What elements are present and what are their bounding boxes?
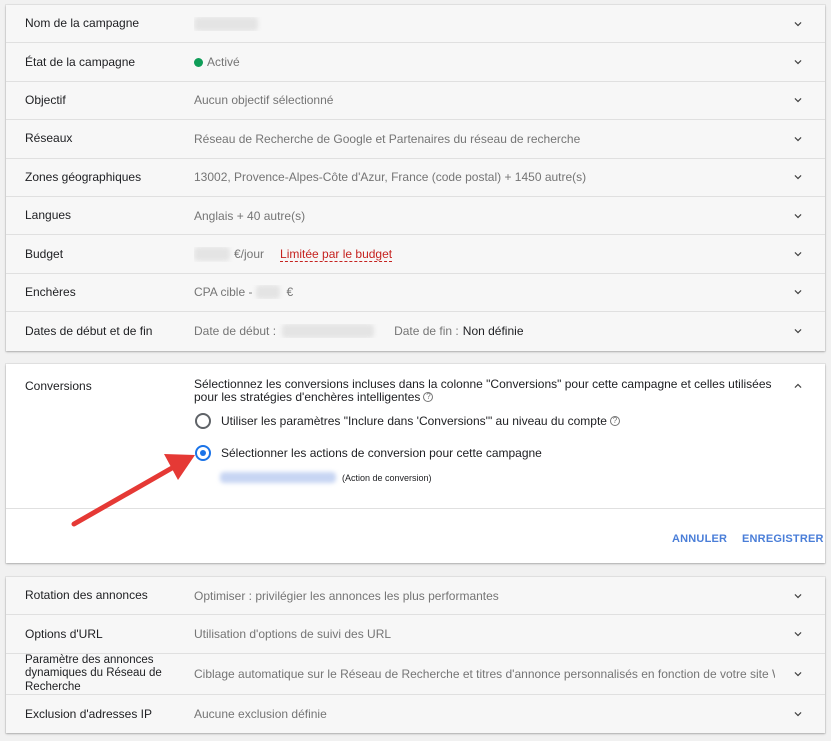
dates-value: Date de début : Date de fin : Non défini… bbox=[194, 324, 775, 339]
row-label: Rotation des annonces bbox=[25, 588, 148, 602]
conversions-label: Conversions bbox=[25, 379, 92, 393]
row-dates[interactable]: Dates de début et de fin Date de début :… bbox=[6, 312, 825, 350]
status-text: Activé bbox=[207, 55, 240, 70]
chevron-down-icon[interactable] bbox=[791, 55, 805, 69]
conversions-description-text: Sélectionnez les conversions incluses da… bbox=[194, 377, 772, 404]
bidding-strategy: CPA cible - bbox=[194, 285, 253, 300]
campaign-status-value: Activé bbox=[194, 55, 775, 69]
settings-card-bottom: Rotation des annonces Optimiser : privil… bbox=[6, 577, 825, 733]
radio-campaign-actions[interactable]: Sélectionner les actions de conversion p… bbox=[195, 445, 542, 461]
redacted-conversion-action-link[interactable] bbox=[220, 472, 336, 483]
ip-exclusions-value: Aucune exclusion définie bbox=[194, 707, 327, 721]
radio-button-unchecked[interactable] bbox=[195, 413, 211, 429]
chevron-down-icon[interactable] bbox=[791, 209, 805, 223]
row-label: Budget bbox=[25, 246, 64, 261]
row-label: Exclusion d'adresses IP bbox=[25, 706, 153, 721]
chevron-down-icon[interactable] bbox=[791, 285, 805, 299]
conversion-action-suffix: (Action de conversion) bbox=[342, 472, 432, 483]
row-label: Réseaux bbox=[25, 131, 73, 146]
languages-value: Anglais + 40 autre(s) bbox=[194, 208, 306, 223]
bidding-value: CPA cible - € bbox=[194, 285, 775, 300]
networks-value: Réseau de Recherche de Google et Partena… bbox=[194, 131, 581, 146]
radio-account-label: Utiliser les paramètres "Inclure dans 'C… bbox=[221, 414, 607, 428]
row-campaign-name[interactable]: Nom de la campagne bbox=[6, 5, 825, 44]
radio-campaign-label: Sélectionner les actions de conversion p… bbox=[221, 446, 542, 460]
ad-rotation-value: Optimiser : privilégier les annonces les… bbox=[194, 588, 499, 603]
row-dynamic-search-ads[interactable]: Paramètre des annonces dynamiques du Rés… bbox=[6, 654, 825, 695]
chevron-down-icon[interactable] bbox=[791, 707, 805, 721]
save-button[interactable]: ENREGISTRER bbox=[742, 533, 824, 545]
conversions-card: Conversions Sélectionnez les conversions… bbox=[6, 364, 825, 563]
end-date-label: Date de fin : bbox=[394, 324, 459, 339]
row-url-options[interactable]: Options d'URL Utilisation d'options de s… bbox=[6, 615, 825, 654]
status-active-dot bbox=[194, 57, 203, 67]
redacted-campaign-name bbox=[194, 16, 258, 31]
row-budget[interactable]: Budget €/jour Limitée par le budget bbox=[6, 235, 825, 274]
row-networks[interactable]: Réseaux Réseau de Recherche de Google et… bbox=[6, 120, 825, 159]
row-label: Zones géographiques bbox=[25, 169, 142, 184]
objective-value: Aucun objectif sélectionné bbox=[194, 93, 334, 108]
start-date-label: Date de début : bbox=[194, 324, 277, 339]
row-label: Enchères bbox=[25, 284, 76, 299]
help-circle-icon[interactable]: ? bbox=[423, 392, 434, 402]
row-locations[interactable]: Zones géographiques 13002, Provence-Alpe… bbox=[6, 159, 825, 197]
help-circle-icon[interactable]: ? bbox=[609, 416, 620, 426]
selected-conversion-action: (Action de conversion) bbox=[220, 472, 432, 483]
redacted-budget-amount bbox=[194, 247, 230, 262]
conversions-description: Sélectionnez les conversions incluses da… bbox=[194, 378, 784, 404]
chevron-down-icon[interactable] bbox=[791, 667, 805, 681]
locations-value: 13002, Provence-Alpes-Côte d'Azur, Franc… bbox=[194, 170, 587, 185]
chevron-up-icon[interactable] bbox=[791, 379, 805, 393]
end-date-value: Non définie bbox=[462, 324, 524, 339]
radio-button-checked[interactable] bbox=[195, 445, 211, 461]
chevron-down-icon[interactable] bbox=[791, 170, 805, 184]
chevron-down-icon[interactable] bbox=[791, 589, 805, 603]
row-objective[interactable]: Objectif Aucun objectif sélectionné bbox=[6, 82, 825, 121]
chevron-down-icon[interactable] bbox=[791, 627, 805, 641]
row-label: État de la campagne bbox=[25, 54, 136, 69]
row-campaign-status[interactable]: État de la campagne Activé bbox=[6, 43, 825, 82]
chevron-down-icon[interactable] bbox=[791, 247, 805, 261]
row-label: Objectif bbox=[25, 92, 66, 107]
row-languages[interactable]: Langues Anglais + 40 autre(s) bbox=[6, 197, 825, 236]
row-ip-exclusions[interactable]: Exclusion d'adresses IP Aucune exclusion… bbox=[6, 695, 825, 733]
budget-unit: €/jour bbox=[234, 247, 265, 262]
campaign-name-value bbox=[194, 16, 775, 31]
redacted-start-date bbox=[282, 324, 375, 339]
row-label: Options d'URL bbox=[25, 626, 103, 641]
chevron-down-icon[interactable] bbox=[791, 17, 805, 31]
row-label: Dates de début et de fin bbox=[25, 323, 153, 338]
row-label: Nom de la campagne bbox=[25, 16, 140, 31]
row-label: Langues bbox=[25, 208, 72, 223]
cancel-button[interactable]: ANNULER bbox=[672, 533, 727, 545]
budget-limited-warning[interactable]: Limitée par le budget bbox=[280, 247, 393, 262]
redacted-cpa-amount bbox=[256, 285, 281, 300]
row-ad-rotation[interactable]: Rotation des annonces Optimiser : privil… bbox=[6, 577, 825, 615]
radio-account-settings[interactable]: Utiliser les paramètres "Inclure dans 'C… bbox=[195, 413, 620, 429]
chevron-down-icon[interactable] bbox=[791, 324, 805, 338]
row-bidding[interactable]: Enchères CPA cible - € bbox=[6, 274, 825, 313]
budget-value: €/jour Limitée par le budget bbox=[194, 247, 775, 262]
row-label: Paramètre des annonces dynamiques du Rés… bbox=[25, 653, 162, 693]
chevron-down-icon[interactable] bbox=[791, 93, 805, 107]
dynamic-search-ads-value: Ciblage automatique sur le Réseau de Rec… bbox=[194, 667, 775, 681]
chevron-down-icon[interactable] bbox=[791, 132, 805, 146]
settings-card-top: Nom de la campagne État de la campagne A… bbox=[6, 5, 825, 351]
url-options-value: Utilisation d'options de suivi des URL bbox=[194, 627, 392, 641]
divider bbox=[6, 508, 825, 509]
bidding-currency: € bbox=[286, 285, 294, 300]
